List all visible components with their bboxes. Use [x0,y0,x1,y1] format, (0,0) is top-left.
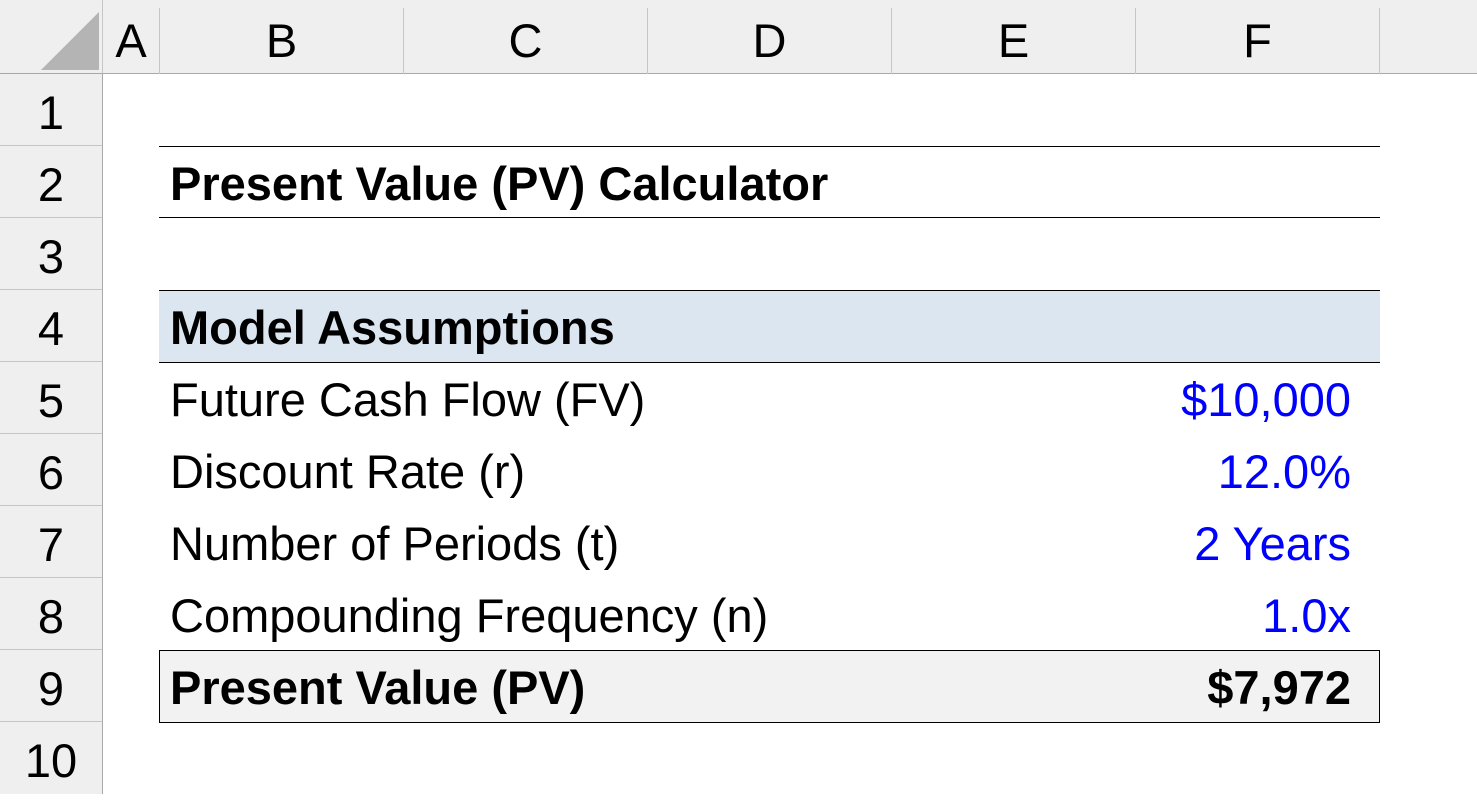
column-header-d[interactable]: D [648,8,892,74]
calculator-title: Present Value (PV) Calculator [170,157,829,210]
row-header-6[interactable]: 6 [0,434,103,506]
column-header-f[interactable]: F [1136,8,1380,74]
row-header-3[interactable]: 3 [0,218,103,290]
fv-label: Future Cash Flow (FV) [170,373,646,426]
column-header-e[interactable]: E [892,8,1136,74]
title-top-border [159,146,1380,147]
column-header-b[interactable]: B [160,8,404,74]
present-value-result[interactable]: $7,972 [1207,658,1351,718]
select-all-button[interactable] [0,0,103,74]
row-header-2[interactable]: 2 [0,146,103,218]
fv-value[interactable]: $10,000 [1181,370,1351,430]
compounding-frequency-label: Compounding Frequency (n) [170,589,769,642]
row-header-10[interactable]: 10 [0,722,103,794]
discount-rate-value[interactable]: 12.0% [1218,442,1351,502]
row-header-8[interactable]: 8 [0,578,103,650]
model-assumptions-header: Model Assumptions [170,301,615,354]
row-header-5[interactable]: 5 [0,362,103,434]
title-bottom-border [159,217,1380,218]
row-header-9[interactable]: 9 [0,650,103,722]
column-header-c[interactable]: C [404,8,648,74]
periods-label: Number of Periods (t) [170,517,620,570]
present-value-label: Present Value (PV) [170,661,586,714]
row-header-1[interactable]: 1 [0,74,103,146]
select-all-triangle-icon [41,12,99,70]
row-header-7[interactable]: 7 [0,506,103,578]
discount-rate-label: Discount Rate (r) [170,445,526,498]
row-header-4[interactable]: 4 [0,290,103,362]
compounding-frequency-value[interactable]: 1.0x [1262,586,1351,646]
periods-value[interactable]: 2 Years [1194,514,1351,574]
column-header-a[interactable]: A [103,8,160,74]
